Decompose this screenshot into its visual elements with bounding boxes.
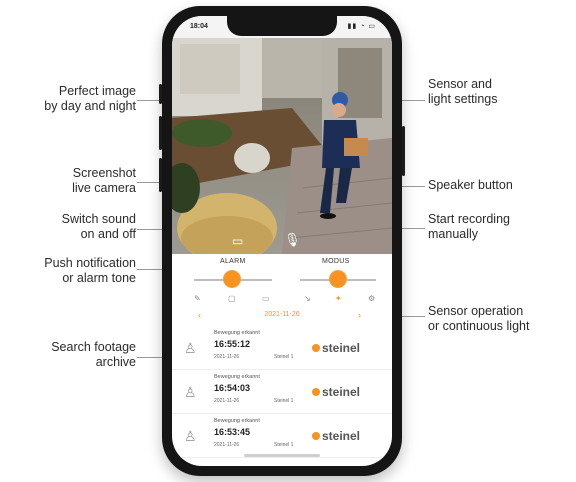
callout-search-footage: Search footage archive <box>51 340 136 369</box>
person-icon: ♙ <box>184 340 197 356</box>
battery-icon: ▭ <box>368 23 376 30</box>
video-icon[interactable]: ▭ <box>262 294 270 303</box>
callout-speaker: Speaker button <box>428 178 513 192</box>
person-icon: ♙ <box>184 428 197 444</box>
signal-icon: ▮▮ <box>347 23 358 30</box>
alarm-slider-knob[interactable] <box>224 271 240 287</box>
entry-time: 16:54:03 <box>214 383 251 393</box>
entry-device: Steinel 1 <box>274 398 294 404</box>
alarm-label: ALARM <box>220 258 246 265</box>
next-date-icon[interactable]: › <box>358 310 361 320</box>
camera-snapshot-icon[interactable]: ▭ <box>232 234 243 248</box>
entry-date: 2021-11-26 <box>214 398 240 404</box>
entry-device: Steinel 1 <box>274 442 294 448</box>
person-icon: ♙ <box>184 384 197 400</box>
archive-entry[interactable]: ♙ Bewegung erkannt 16:55:12 2021-11-26 S… <box>172 326 392 370</box>
archive-entry[interactable]: ♙ Bewegung erkannt 16:53:45 2021-11-26 S… <box>172 414 392 458</box>
archive-entry[interactable]: ♙ Bewegung erkannt 16:54:03 2021-11-26 S… <box>172 370 392 414</box>
side-button <box>159 158 162 192</box>
gear-icon[interactable]: ⚙ <box>368 294 375 303</box>
phone-screen: 18:04 ▮▮ ◔ ▭ ▭ 🎙 ALARM MODUS ✎ ▢ ▭ ↘ ✦ ⚙… <box>172 16 392 466</box>
modus-label: MODUS <box>322 258 350 265</box>
steinel-logo: steinel <box>312 428 360 443</box>
callout-push-notification: Push notification or alarm tone <box>44 256 136 285</box>
entry-time: 16:55:12 <box>214 339 251 349</box>
control-panel: ALARM MODUS ✎ ▢ ▭ ↘ ✦ ⚙ <box>172 254 392 316</box>
entry-date: 2021-11-26 <box>214 354 240 360</box>
callout-start-recording: Start recording manually <box>428 212 510 241</box>
light-mode-icon[interactable]: ✦ <box>335 294 342 303</box>
status-icons: ▮▮ ◔ ▭ <box>348 22 376 30</box>
entry-date: 2021-11-26 <box>214 442 240 448</box>
callout-switch-sound: Switch sound on and off <box>61 212 136 241</box>
entry-device: Steinel 1 <box>274 354 294 360</box>
entry-status: Bewegung erkannt <box>214 418 260 424</box>
modus-slider-knob[interactable] <box>330 271 346 287</box>
entry-status: Bewegung erkannt <box>214 374 260 380</box>
phone-frame: 18:04 ▮▮ ◔ ▭ ▭ 🎙 ALARM MODUS ✎ ▢ ▭ ↘ ✦ ⚙… <box>159 6 405 476</box>
chat-icon[interactable]: ▢ <box>228 294 236 303</box>
steinel-logo: steinel <box>312 340 360 355</box>
status-time: 18:04 <box>190 23 208 30</box>
home-indicator[interactable] <box>244 454 320 457</box>
live-camera-view[interactable]: ▭ 🎙 <box>172 38 392 254</box>
camera-scene <box>172 38 392 254</box>
entry-time: 16:53:45 <box>214 427 251 437</box>
notch <box>227 16 337 36</box>
entry-status: Bewegung erkannt <box>214 330 260 336</box>
callout-perfect-image: Perfect image by day and night <box>44 84 136 113</box>
callout-sensor-operation: Sensor operation or continuous light <box>428 304 530 333</box>
archive-date-bar: ‹ 2021-11-26 › <box>172 308 392 324</box>
power-button <box>402 126 405 176</box>
side-button <box>159 116 162 150</box>
speaker-icon[interactable]: ✎ <box>194 294 201 303</box>
callout-screenshot: Screenshot live camera <box>72 166 136 195</box>
side-button <box>159 84 162 104</box>
wrench-icon[interactable]: ↘ <box>304 294 311 303</box>
callout-sensor-light: Sensor and light settings <box>428 77 498 106</box>
wifi-icon: ◔ <box>360 23 366 30</box>
microphone-icon[interactable]: 🎙 <box>284 232 301 248</box>
steinel-logo: steinel <box>312 384 360 399</box>
